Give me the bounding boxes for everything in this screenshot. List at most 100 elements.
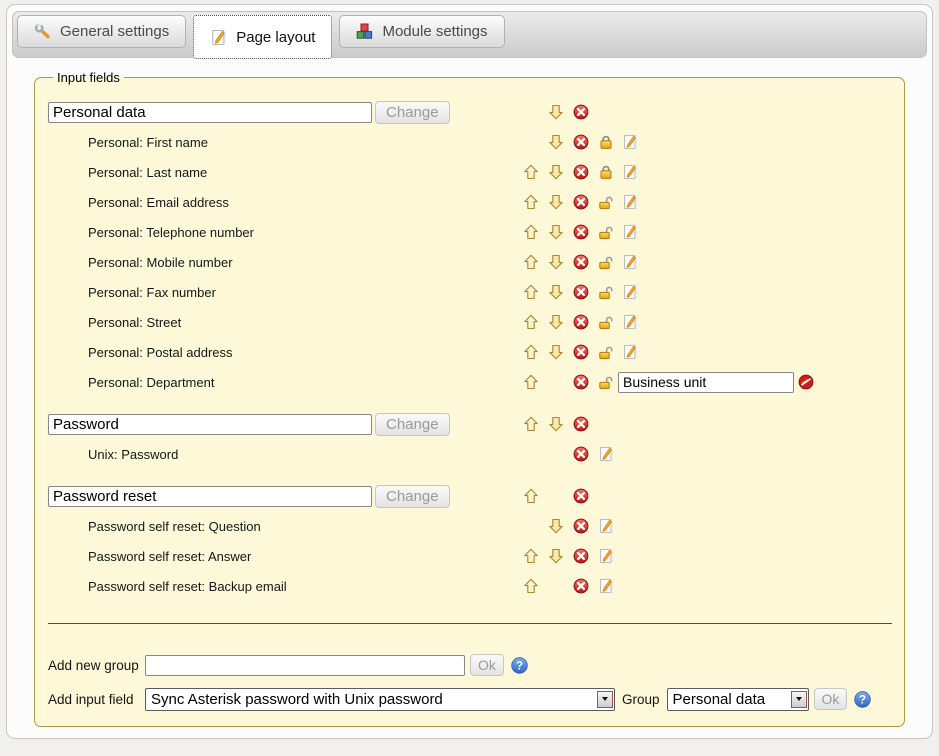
lock-open-icon[interactable] [598,254,614,270]
delete-icon[interactable] [573,314,589,330]
lock-open-icon[interactable] [598,374,614,390]
move-down-icon[interactable] [548,314,564,330]
up-slot [523,164,548,180]
tab-module-settings[interactable]: Module settings [339,15,504,48]
help-icon[interactable]: ? [854,691,871,708]
delete-icon[interactable] [573,224,589,240]
move-down-icon[interactable] [548,518,564,534]
move-up-icon[interactable] [523,344,539,360]
field-extra-input[interactable] [618,372,794,393]
down-triangle-icon [602,697,608,701]
delete-slot [573,284,598,300]
move-down-icon[interactable] [548,254,564,270]
tab-page-layout[interactable]: Page layout [193,15,332,59]
delete-icon[interactable] [573,488,589,504]
down-slot [548,254,573,270]
add-field-ok-button[interactable]: Ok [814,688,848,710]
move-down-icon[interactable] [548,104,564,120]
change-group-name-button[interactable]: Change [375,101,450,124]
edit-icon[interactable] [622,284,638,300]
group-row: Change [48,481,904,511]
down-slot [548,518,573,534]
move-down-icon[interactable] [548,194,564,210]
row-extras [598,344,904,360]
group-select[interactable]: Personal data [667,688,809,711]
help-icon[interactable]: ? [511,657,528,674]
lock-closed-icon[interactable] [598,134,614,150]
edit-icon[interactable] [622,314,638,330]
down-slot [548,104,573,120]
move-down-icon[interactable] [548,134,564,150]
move-down-icon[interactable] [548,164,564,180]
delete-icon[interactable] [573,164,589,180]
edit-icon[interactable] [622,194,638,210]
move-down-icon[interactable] [548,416,564,432]
move-up-icon[interactable] [523,578,539,594]
row-extras [598,194,904,210]
delete-icon[interactable] [573,254,589,270]
delete-icon[interactable] [573,548,589,564]
dropdown-arrow-icon[interactable] [597,691,613,708]
group-name-input[interactable] [48,102,372,123]
move-up-icon[interactable] [523,194,539,210]
delete-icon[interactable] [573,374,589,390]
cancel-edit-icon[interactable] [798,374,814,390]
delete-icon[interactable] [573,134,589,150]
edit-icon[interactable] [622,344,638,360]
edit-icon[interactable] [598,578,614,594]
edit-icon[interactable] [622,224,638,240]
move-up-icon[interactable] [523,164,539,180]
move-up-icon[interactable] [523,548,539,564]
edit-icon[interactable] [598,446,614,462]
move-down-icon[interactable] [548,344,564,360]
move-down-icon[interactable] [548,284,564,300]
add-group-ok-button[interactable]: Ok [470,654,504,676]
move-down-icon[interactable] [548,548,564,564]
lock-open-icon[interactable] [598,314,614,330]
edit-icon[interactable] [598,518,614,534]
delete-icon[interactable] [573,578,589,594]
down-slot [548,314,573,330]
row-extras [598,446,904,462]
lock-open-icon[interactable] [598,194,614,210]
move-up-icon[interactable] [523,224,539,240]
move-up-icon[interactable] [523,284,539,300]
group-name-input[interactable] [48,414,372,435]
edit-icon[interactable] [622,254,638,270]
delete-icon[interactable] [573,344,589,360]
delete-icon[interactable] [573,284,589,300]
field-label: Personal: Email address [48,195,523,210]
lock-closed-icon[interactable] [598,164,614,180]
lock-open-icon[interactable] [598,224,614,240]
field-row: Personal: Last name [48,157,904,187]
add-input-field-select[interactable]: Sync Asterisk password with Unix passwor… [145,688,615,711]
divider [48,623,892,624]
move-up-icon[interactable] [523,416,539,432]
delete-icon[interactable] [573,194,589,210]
group-name-input[interactable] [48,486,372,507]
delete-icon[interactable] [573,104,589,120]
down-slot [548,224,573,240]
move-up-icon[interactable] [523,374,539,390]
delete-icon[interactable] [573,446,589,462]
tab-bar: General settingsPage layoutModule settin… [12,11,927,58]
edit-icon[interactable] [622,134,638,150]
move-up-icon[interactable] [523,314,539,330]
change-group-name-button[interactable]: Change [375,485,450,508]
delete-icon[interactable] [573,416,589,432]
edit-icon[interactable] [622,164,638,180]
field-label: Personal: Fax number [48,285,523,300]
add-new-group-input[interactable] [145,655,465,676]
delete-icon[interactable] [573,518,589,534]
lock-open-icon[interactable] [598,284,614,300]
change-group-name-button[interactable]: Change [375,413,450,436]
dropdown-arrow-icon[interactable] [791,691,807,708]
row-extras [598,254,904,270]
tab-general-settings[interactable]: General settings [17,15,186,48]
lock-open-icon[interactable] [598,344,614,360]
move-down-icon[interactable] [548,224,564,240]
delete-slot [573,446,598,462]
move-up-icon[interactable] [523,254,539,270]
edit-icon[interactable] [598,548,614,564]
move-up-icon[interactable] [523,488,539,504]
